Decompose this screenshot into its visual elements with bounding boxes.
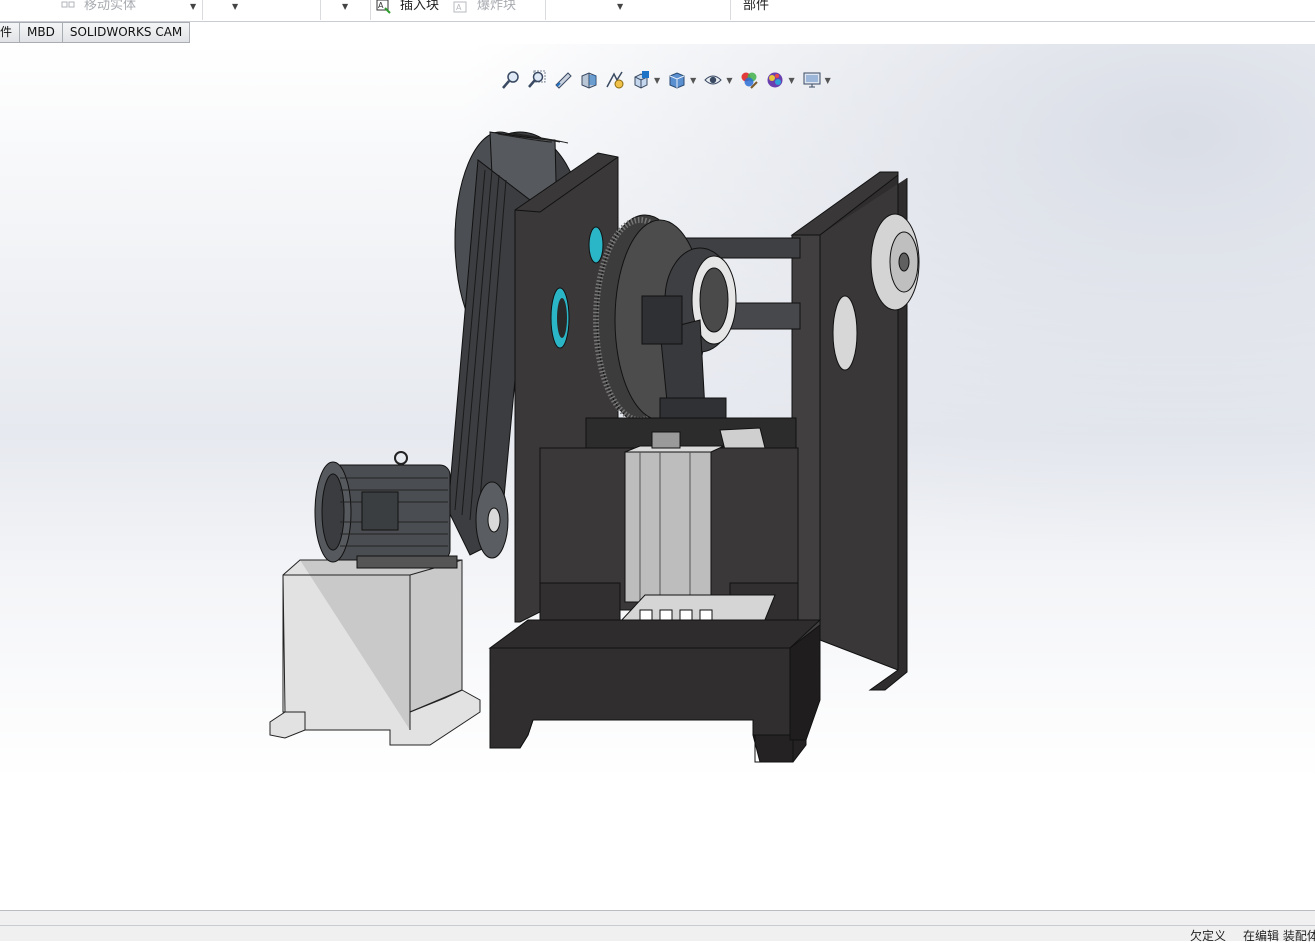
component-button[interactable]: 部件 — [743, 0, 769, 16]
move-body-button[interactable]: 移动实体 — [84, 0, 136, 16]
move-body-dropdown-caret[interactable]: ▼ — [190, 2, 196, 11]
insert-block-button[interactable]: 插入块 — [400, 0, 439, 16]
tab-assembly[interactable]: 件 — [0, 22, 21, 43]
frame-bed[interactable] — [488, 619, 822, 763]
insert-block-icon[interactable]: A — [376, 0, 392, 14]
motor-base[interactable] — [269, 559, 481, 746]
status-editing-assembly: 在编辑 装配体 — [1243, 929, 1315, 943]
svg-text:A: A — [456, 3, 462, 12]
tab-solidworks-cam[interactable]: SOLIDWORKS CAM — [62, 22, 191, 43]
ram-slide[interactable] — [624, 431, 725, 603]
explode-block-button[interactable]: 爆炸块 — [477, 0, 516, 16]
ribbon-dropdown-caret[interactable]: ▼ — [342, 2, 348, 11]
ribbon-separator — [320, 0, 321, 20]
ribbon-dropdown-caret[interactable]: ▼ — [617, 2, 623, 11]
status-bar-divider — [0, 925, 1315, 926]
command-manager-tabs: 件 MBD SOLIDWORKS CAM — [0, 22, 191, 43]
explode-block-icon[interactable]: A — [453, 0, 469, 14]
status-underdefined: 欠定义 — [1190, 929, 1227, 943]
command-ribbon: 移动实体 ▼ ▼ ▼ A 插入块 A 爆炸块 ▼ 部件 — [0, 0, 1315, 22]
svg-text:A: A — [378, 1, 384, 10]
ribbon-separator — [370, 0, 371, 20]
ribbon-separator — [545, 0, 546, 20]
frame-right-plate[interactable] — [790, 171, 920, 691]
status-bar: 欠定义 在编辑 装配体 — [0, 910, 1315, 943]
ribbon-separator — [202, 0, 203, 20]
assembly-model[interactable] — [0, 44, 1315, 910]
ribbon-dropdown-caret[interactable]: ▼ — [232, 2, 238, 11]
ribbon-separator — [730, 0, 731, 20]
graphics-viewport[interactable]: ▼ ▼ ▼ ▼ ▼ — [0, 44, 1315, 910]
tab-mbd[interactable]: MBD — [20, 22, 63, 43]
move-body-icon[interactable] — [60, 0, 76, 14]
